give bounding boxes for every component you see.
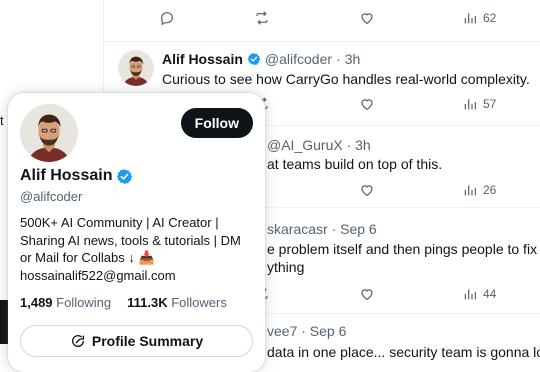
views-icon (462, 182, 478, 198)
heart-icon (359, 10, 375, 26)
tweet-text: Curious to see how CarryGo handles real-… (162, 71, 530, 87)
card-display-name[interactable]: Alif Hossain (20, 167, 112, 185)
heart-icon (359, 182, 375, 198)
following-label: Following (56, 295, 112, 310)
views-icon (462, 286, 478, 302)
views-count: 44 (483, 287, 497, 301)
tweet-actions: 62 (104, 10, 540, 30)
heart-icon (359, 286, 375, 302)
followers-label: Followers (171, 295, 227, 310)
separator: · (336, 51, 341, 67)
profile-summary-button[interactable]: Profile Summary (20, 325, 253, 357)
tweet-header: skaracasr · Sep 6 (267, 221, 377, 237)
timestamp[interactable]: 3h (345, 51, 361, 67)
tweet-0[interactable]: 62 (104, 0, 540, 42)
avatar[interactable] (118, 50, 154, 86)
author-name[interactable]: Alif Hossain (162, 51, 243, 67)
tweet-text-line-2: ything (267, 259, 305, 275)
reply-button[interactable] (159, 10, 175, 26)
tweet-text: at teams build on top of this. (267, 156, 443, 172)
views-button[interactable]: 62 (462, 10, 496, 26)
like-button[interactable] (359, 286, 375, 302)
left-edge-text: t (0, 113, 4, 128)
bio-line: 500K+ AI Community | AI Creator | (20, 215, 219, 230)
bio-email: hossainalif522@gmail.com (20, 267, 176, 283)
reply-icon (159, 10, 175, 26)
tweet-header: Alif Hossain @alifcoder · 3h (162, 51, 360, 67)
retweet-icon (254, 10, 270, 26)
bio-line: or Mail for Collabs ↓ 📥 (20, 250, 155, 265)
followers-link[interactable]: 111.3K Followers (127, 295, 227, 310)
card-name-row: Alif Hossain (20, 167, 133, 185)
card-stats: 1,489 Following 111.3K Followers (20, 295, 227, 310)
views-button[interactable]: 44 (462, 286, 496, 302)
followers-count: 111.3K (127, 295, 168, 310)
heart-icon (359, 96, 375, 112)
profile-hover-card[interactable]: Follow Alif Hossain @alifcoder 500K+ AI … (8, 93, 265, 372)
like-button[interactable] (359, 182, 375, 198)
tweet-header: vee7 · Sep 6 (267, 323, 347, 339)
left-edge-block (0, 300, 8, 344)
author-handle[interactable]: @alifcoder (265, 51, 332, 67)
card-bio: 500K+ AI Community | AI Creator | Sharin… (20, 214, 258, 284)
following-link[interactable]: 1,489 Following (20, 295, 111, 310)
bio-line: Sharing AI news, tools & tutorials | DM (20, 232, 241, 248)
views-count: 62 (483, 11, 497, 25)
verified-badge-icon (247, 52, 261, 66)
tweet-header: @AI_GuruX · 3h (267, 137, 371, 153)
card-avatar[interactable] (20, 104, 78, 162)
follow-button[interactable]: Follow (180, 108, 253, 138)
summary-icon (70, 333, 86, 349)
verified-badge-icon (116, 168, 133, 185)
following-count: 1,489 (20, 295, 53, 310)
tweet-text: data in one place... security team is go… (267, 344, 540, 360)
views-button[interactable]: 26 (462, 182, 496, 198)
like-button[interactable] (359, 96, 375, 112)
views-button[interactable]: 57 (462, 96, 496, 112)
views-count: 57 (483, 97, 497, 111)
retweet-button[interactable] (254, 10, 270, 26)
like-button[interactable] (359, 10, 375, 26)
card-handle[interactable]: @alifcoder (20, 189, 82, 204)
tweet-text-line-1: e problem itself and then pings people t… (267, 241, 540, 257)
views-count: 26 (483, 183, 497, 197)
profile-summary-label: Profile Summary (91, 333, 204, 349)
views-icon (462, 10, 478, 26)
views-icon (462, 96, 478, 112)
